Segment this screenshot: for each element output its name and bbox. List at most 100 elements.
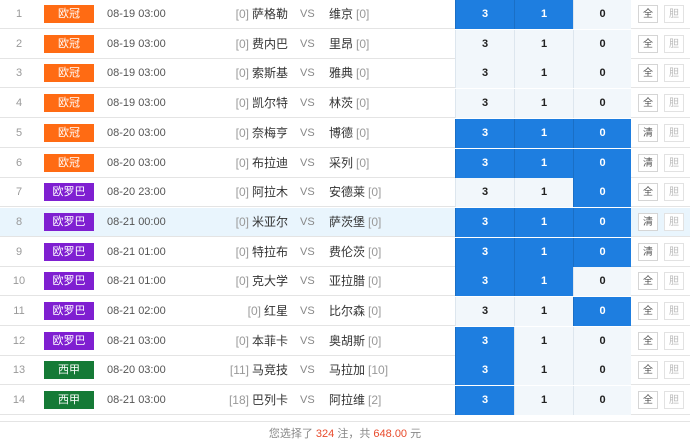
- banker-button[interactable]: 胆: [664, 243, 684, 261]
- league-badge[interactable]: 欧罗巴: [44, 302, 94, 320]
- option-3-button[interactable]: 3: [455, 149, 514, 178]
- option-3-button[interactable]: 3: [455, 386, 514, 415]
- select-all-button[interactable]: 全: [638, 5, 658, 23]
- option-0-button[interactable]: 0: [573, 386, 631, 415]
- option-0-button[interactable]: 0: [573, 149, 631, 178]
- option-1-button[interactable]: 1: [514, 356, 573, 385]
- home-rank: [11]: [229, 363, 249, 377]
- banker-button[interactable]: 胆: [664, 154, 684, 172]
- select-all-button[interactable]: 全: [638, 361, 658, 379]
- league-badge[interactable]: 欧冠: [44, 5, 94, 23]
- banker-button[interactable]: 胆: [664, 361, 684, 379]
- match-number: 6: [15, 157, 23, 169]
- option-0-button[interactable]: 0: [573, 178, 631, 207]
- banker-button[interactable]: 胆: [664, 332, 684, 350]
- league-badge[interactable]: 欧罗巴: [44, 213, 94, 231]
- option-1-button[interactable]: 1: [514, 238, 573, 267]
- option-3-button[interactable]: 3: [455, 356, 514, 385]
- away-name: 费伦茨: [329, 245, 366, 259]
- option-1-button[interactable]: 1: [514, 178, 573, 207]
- option-1-button[interactable]: 1: [514, 297, 573, 326]
- option-3-button[interactable]: 3: [455, 59, 514, 88]
- option-0-button[interactable]: 0: [573, 89, 631, 118]
- summary-mid: 注，共: [337, 428, 371, 440]
- match-number: 7: [15, 186, 23, 198]
- option-1-button[interactable]: 1: [514, 267, 573, 296]
- option-3-button[interactable]: 3: [455, 238, 514, 267]
- away-name: 雅典: [329, 66, 354, 80]
- option-1-button[interactable]: 1: [514, 0, 573, 29]
- banker-button[interactable]: 胆: [664, 35, 684, 53]
- option-1-button[interactable]: 1: [514, 59, 573, 88]
- option-1-button[interactable]: 1: [514, 149, 573, 178]
- league-badge[interactable]: 西甲: [44, 391, 94, 409]
- option-3-button[interactable]: 3: [455, 30, 514, 59]
- league-badge[interactable]: 欧冠: [44, 154, 94, 172]
- option-1-button[interactable]: 1: [514, 327, 573, 356]
- clear-button[interactable]: 清: [638, 154, 658, 172]
- away-name: 马拉加: [329, 363, 366, 377]
- option-0-button[interactable]: 0: [573, 30, 631, 59]
- league-badge[interactable]: 欧冠: [44, 94, 94, 112]
- select-all-button[interactable]: 全: [638, 302, 658, 320]
- away-rank: [0]: [368, 215, 382, 229]
- banker-button[interactable]: 胆: [664, 64, 684, 82]
- option-3-button[interactable]: 3: [455, 0, 514, 29]
- option-0-button[interactable]: 0: [573, 238, 631, 267]
- select-all-button[interactable]: 全: [638, 64, 658, 82]
- league-badge[interactable]: 欧罗巴: [44, 332, 94, 350]
- select-all-button[interactable]: 全: [638, 183, 658, 201]
- option-3-button[interactable]: 3: [455, 119, 514, 148]
- option-0-button[interactable]: 0: [573, 267, 631, 296]
- select-all-button[interactable]: 全: [638, 391, 658, 409]
- option-0-button[interactable]: 0: [573, 119, 631, 148]
- away-team: 采列 [0]: [329, 149, 454, 178]
- league-badge[interactable]: 欧罗巴: [44, 243, 94, 261]
- option-1-button[interactable]: 1: [514, 30, 573, 59]
- away-name: 安德莱: [329, 185, 366, 199]
- option-3-button[interactable]: 3: [455, 327, 514, 356]
- select-all-button[interactable]: 全: [638, 94, 658, 112]
- select-all-button[interactable]: 全: [638, 35, 658, 53]
- match-row: 2 欧冠 08-19 03:00 [0] 费内巴 VS 里昂 [0] 3 1 0 全胆: [0, 30, 690, 59]
- option-1-button[interactable]: 1: [514, 386, 573, 415]
- banker-button[interactable]: 胆: [664, 124, 684, 142]
- away-rank: [0]: [356, 7, 370, 21]
- option-3-button[interactable]: 3: [455, 89, 514, 118]
- league-badge[interactable]: 欧罗巴: [44, 272, 94, 290]
- home-rank: [0]: [235, 96, 249, 110]
- option-0-button[interactable]: 0: [573, 356, 631, 385]
- option-1-button[interactable]: 1: [514, 89, 573, 118]
- banker-button[interactable]: 胆: [664, 391, 684, 409]
- clear-button[interactable]: 清: [638, 243, 658, 261]
- banker-button[interactable]: 胆: [664, 302, 684, 320]
- option-0-button[interactable]: 0: [573, 327, 631, 356]
- away-rank: [0]: [356, 37, 370, 51]
- option-3-button[interactable]: 3: [455, 178, 514, 207]
- option-0-button[interactable]: 0: [573, 297, 631, 326]
- league-badge[interactable]: 欧罗巴: [44, 183, 94, 201]
- option-3-button[interactable]: 3: [455, 297, 514, 326]
- league-badge[interactable]: 欧冠: [44, 64, 94, 82]
- option-0-button[interactable]: 0: [573, 59, 631, 88]
- home-rank: [0]: [235, 185, 249, 199]
- option-0-button[interactable]: 0: [573, 0, 631, 29]
- option-1-button[interactable]: 1: [514, 119, 573, 148]
- banker-button[interactable]: 胆: [664, 272, 684, 290]
- clear-button[interactable]: 清: [638, 213, 658, 231]
- banker-button[interactable]: 胆: [664, 94, 684, 112]
- select-all-button[interactable]: 全: [638, 332, 658, 350]
- option-3-button[interactable]: 3: [455, 267, 514, 296]
- option-3-button[interactable]: 3: [455, 208, 514, 237]
- league-badge[interactable]: 西甲: [44, 361, 94, 379]
- banker-button[interactable]: 胆: [664, 5, 684, 23]
- option-1-button[interactable]: 1: [514, 208, 573, 237]
- league-badge[interactable]: 欧冠: [44, 124, 94, 142]
- clear-button[interactable]: 清: [638, 124, 658, 142]
- select-all-button[interactable]: 全: [638, 272, 658, 290]
- banker-button[interactable]: 胆: [664, 183, 684, 201]
- league-badge[interactable]: 欧冠: [44, 35, 94, 53]
- option-0-button[interactable]: 0: [573, 208, 631, 237]
- banker-button[interactable]: 胆: [664, 213, 684, 231]
- home-name: 本菲卡: [251, 334, 288, 348]
